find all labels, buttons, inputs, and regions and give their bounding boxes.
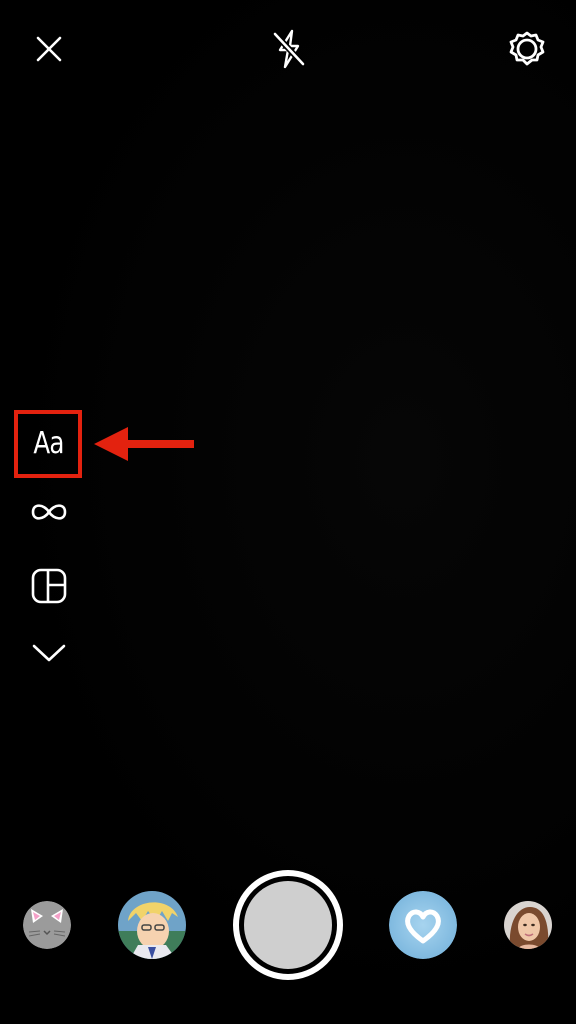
heart-filter[interactable] (389, 891, 457, 959)
face-thumbnail (504, 901, 552, 949)
boomerang-button[interactable] (26, 494, 72, 530)
shutter-button[interactable] (233, 870, 343, 980)
close-button[interactable] (28, 28, 70, 70)
close-icon (36, 36, 62, 62)
flash-button[interactable] (266, 26, 312, 72)
text-tool-button[interactable]: Aa (18, 414, 78, 474)
chevron-down-icon (32, 644, 66, 662)
settings-button[interactable] (504, 26, 550, 72)
layout-button[interactable] (28, 565, 70, 607)
more-tools-button[interactable] (28, 636, 70, 670)
layout-grid-icon (31, 568, 67, 604)
shutter-inner (244, 881, 332, 969)
face-filter[interactable] (504, 901, 552, 949)
flash-off-icon (272, 29, 306, 69)
heart-icon (389, 891, 457, 959)
camera-screen: Aa (0, 0, 576, 1024)
text-tool-label: Aa (32, 426, 64, 461)
annotation-arrow (94, 427, 194, 461)
boomerang-infinity-icon (31, 504, 67, 520)
cat-face-icon (23, 901, 71, 949)
anime-character-thumbnail (118, 891, 186, 959)
cat-ears-filter[interactable] (23, 901, 71, 949)
anime-character-filter[interactable] (118, 891, 186, 959)
settings-gear-icon (509, 31, 545, 66)
